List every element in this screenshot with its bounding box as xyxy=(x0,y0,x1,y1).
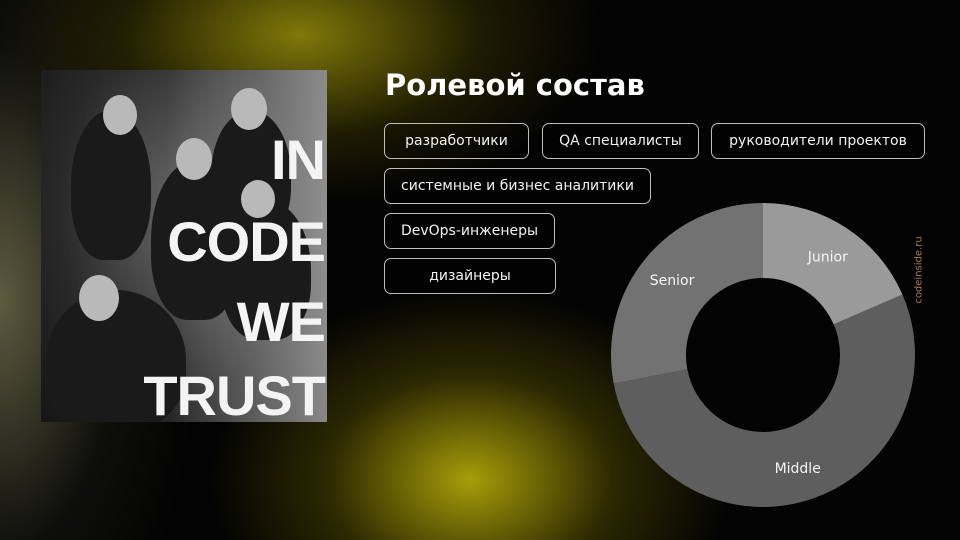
donut-label-senior: Senior xyxy=(650,273,695,289)
donut-slice-senior xyxy=(610,203,763,384)
donut-slices xyxy=(610,203,915,507)
donut-label-middle: Middle xyxy=(775,461,821,477)
site-url: codeinside.ru xyxy=(913,236,925,304)
donut-label-junior: Junior xyxy=(807,249,848,265)
role-level-donut-chart: Junior Middle Senior xyxy=(610,203,915,507)
